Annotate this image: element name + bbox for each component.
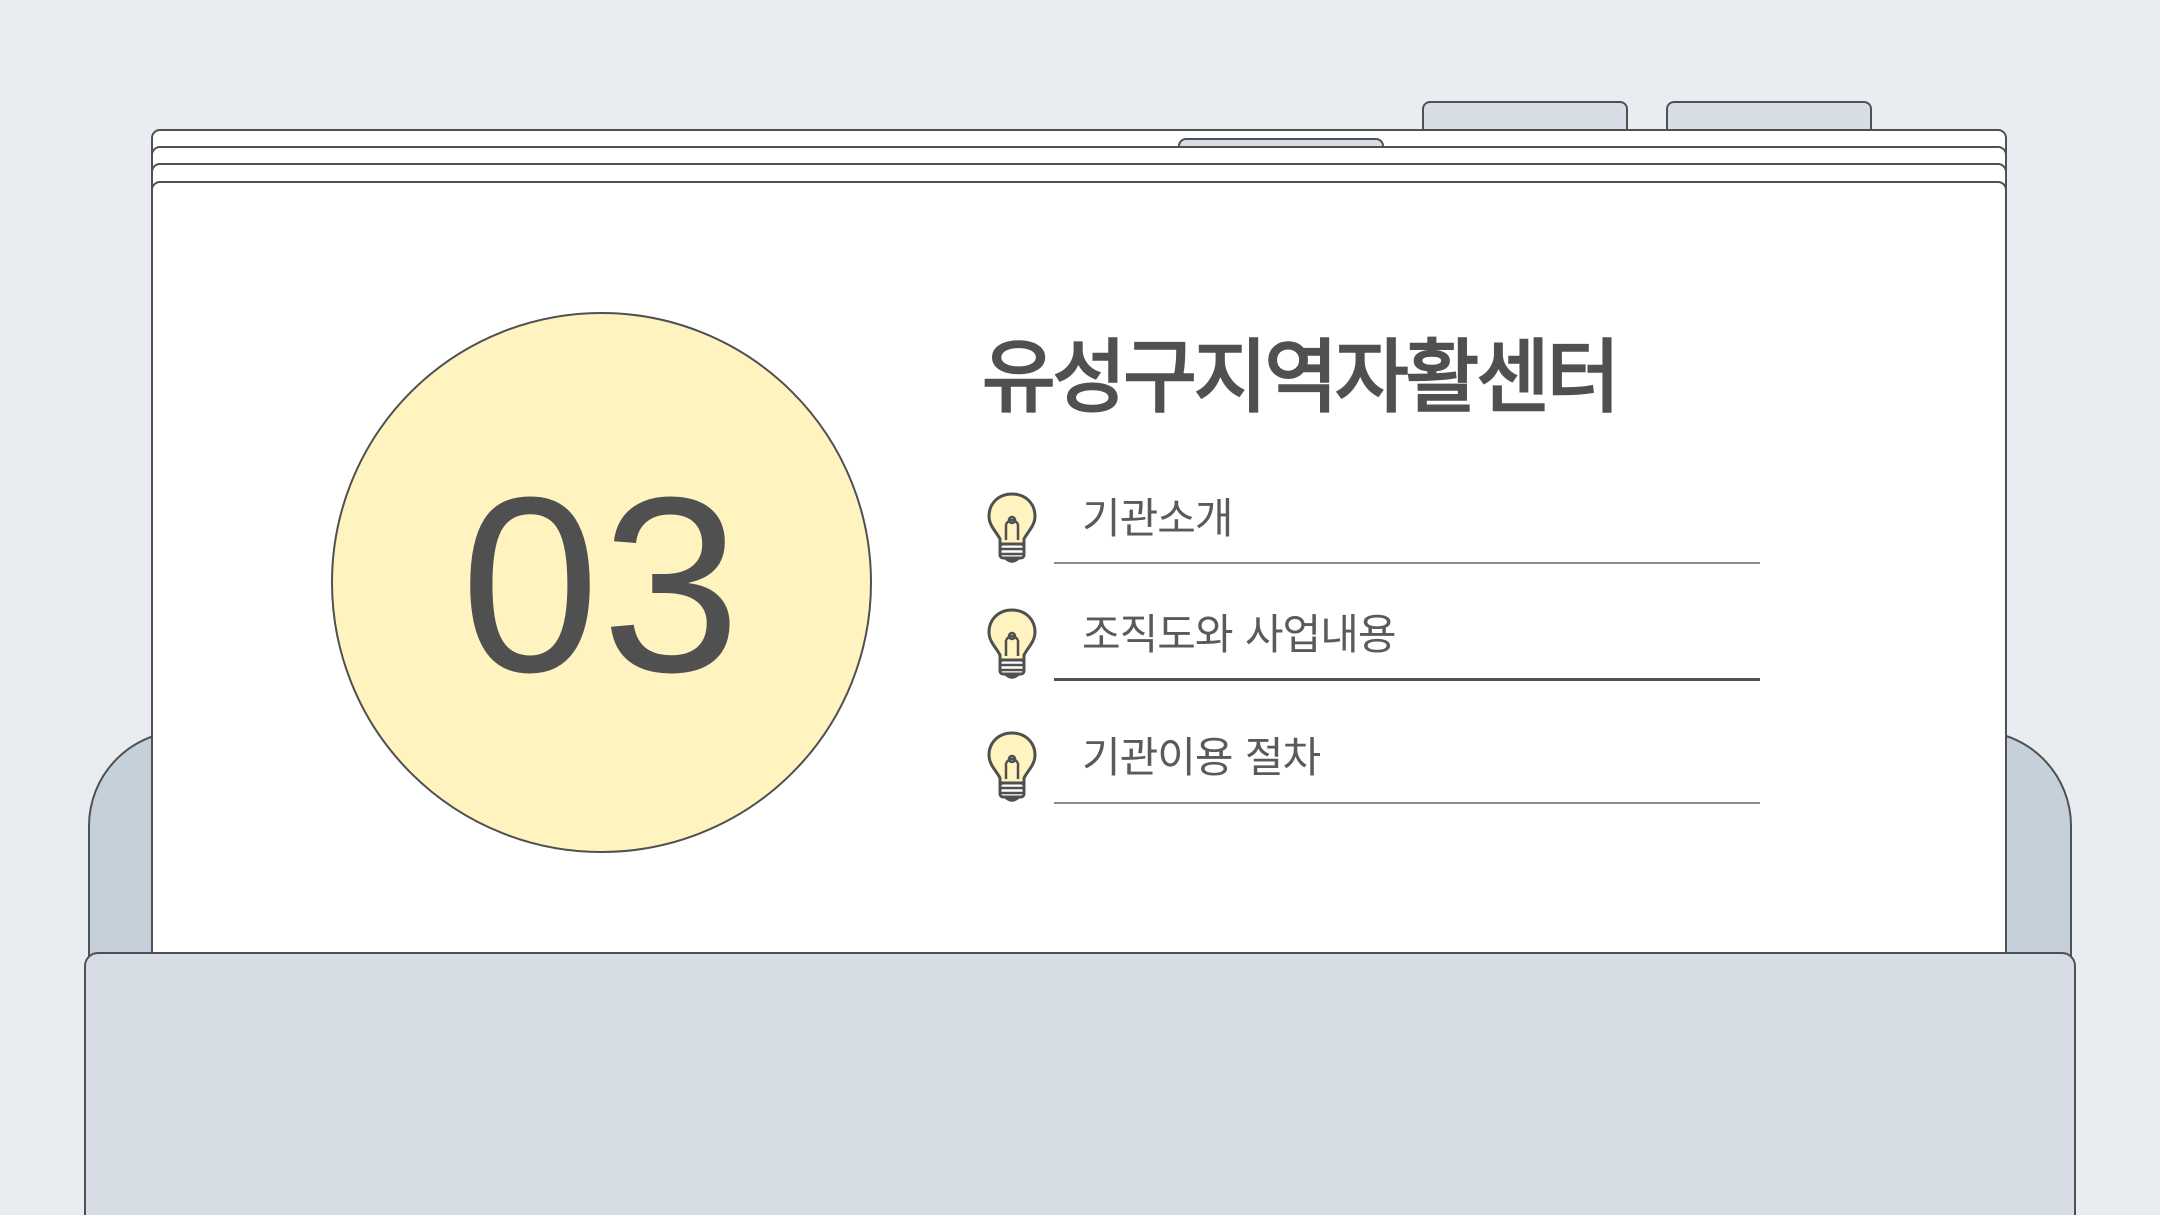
menu-item-label: 기관소개 (1082, 494, 1234, 543)
section-number: 03 (460, 444, 743, 724)
menu-item-underline (1054, 802, 1760, 804)
lightbulb-icon (987, 608, 1037, 679)
menu-item-procedure[interactable]: 기관이용 절차 (980, 729, 1760, 819)
lightbulb-icon (987, 492, 1037, 563)
menu-item-label: 기관이용 절차 (1082, 733, 1321, 782)
menu-item-organization[interactable]: 조직도와 사업내용 (980, 606, 1760, 696)
section-number-circle: 03 (331, 312, 872, 853)
slide-canvas: 03 유성구지역자활센터 기관소개 조직도와 사업내용 기관이용 절차 (0, 0, 2160, 1215)
menu-item-intro[interactable]: 기관소개 (980, 490, 1760, 580)
menu-item-underline (1054, 562, 1760, 564)
section-title: 유성구지역자활센터 (982, 331, 1620, 424)
menu-item-underline (1054, 678, 1760, 681)
menu-item-label: 조직도와 사업내용 (1082, 610, 1396, 659)
folder-front-pocket (84, 952, 2076, 1215)
lightbulb-icon (987, 731, 1037, 802)
